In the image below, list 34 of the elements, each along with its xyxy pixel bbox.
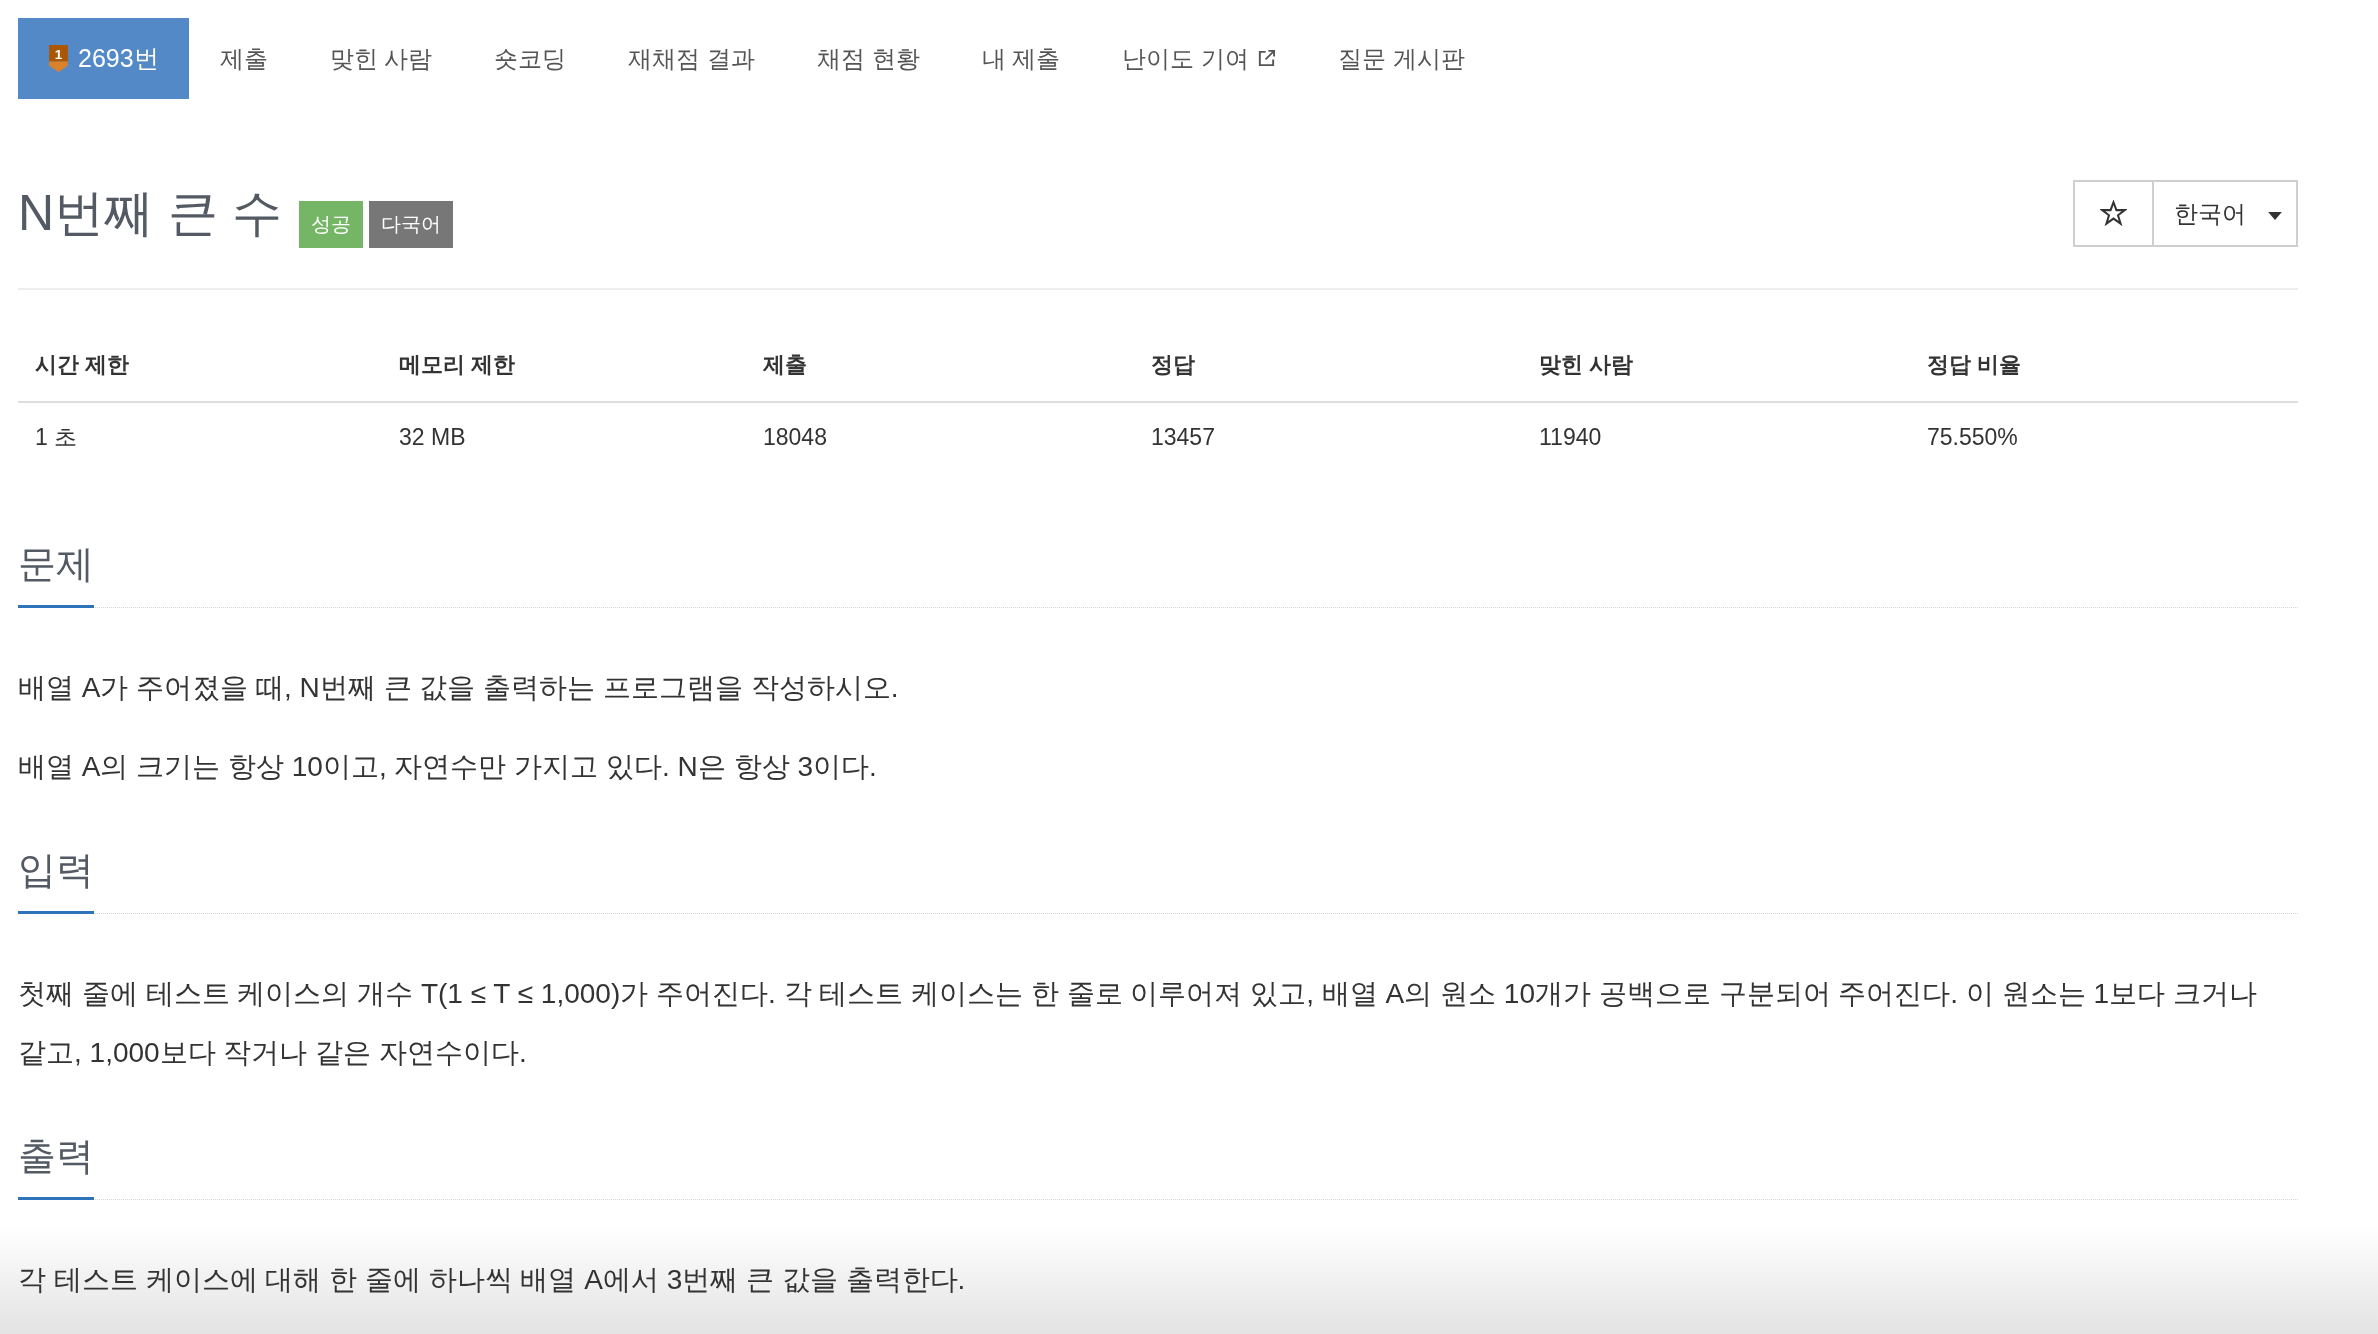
nav-tab[interactable]: 질문 게시판 (1307, 18, 1496, 99)
nav-tab[interactable]: 내 제출 (950, 18, 1092, 99)
nav-tab[interactable]: 맞힌 사람 (298, 18, 464, 99)
paragraph: 배열 A의 크기는 항상 10이고, 자연수만 가지고 있다. N은 항상 3이다. (18, 750, 878, 784)
nav-tab[interactable]: 재채점 결과 (597, 18, 786, 99)
table-cell: 13457 (1134, 402, 1522, 471)
paragraph: 배열 A가 주어졌을 때, N번째 큰 값을 출력하는 프로그램을 작성하시오. (18, 671, 900, 705)
column-header: 메모리 제한 (382, 329, 746, 402)
paragraph: 각 테스트 케이스에 대해 한 줄에 하나씩 배열 A에서 3번째 큰 값을 출력한다. (18, 1263, 967, 1297)
column-header: 제출 (746, 329, 1134, 402)
problem-tag: 성공 (298, 201, 363, 248)
problem-title: N번째 큰 수 (18, 186, 282, 241)
nav-tab[interactable]: 채점 현황 (785, 18, 951, 99)
language-dropdown[interactable]: 한국어 (2152, 180, 2298, 247)
column-header: 시간 제한 (18, 329, 382, 402)
table-cell: 75.550% (1910, 402, 2298, 471)
table-cell: 11940 (1522, 402, 1910, 471)
nav-tab[interactable]: 난이도 기여 (1091, 18, 1307, 99)
caret-icon (2268, 211, 2282, 220)
paragraph: 첫째 줄에 테스트 케이스의 개수 T(1 ≤ T ≤ 1,000)가 주어진다. 각 테스트 케이스는 한 줄로 이루어져 있고, 배열 A의 원소 10개가 공백으로 구분되어 주어진다. 이 원소는 1보다 크거나 같고, 1,000보다 작거나 같은 자연수이다. (18, 977, 2258, 1070)
nav-tab[interactable]: 제출 (188, 18, 299, 99)
section-heading: 입력 (18, 848, 94, 914)
section-heading: 문제 (18, 542, 94, 608)
nav-tab[interactable]: 숏코딩 (463, 18, 598, 99)
problem-tag: 다국어 (368, 201, 453, 248)
table-cell: 1 초 (18, 402, 382, 471)
column-header: 맞힌 사람 (1522, 329, 1910, 402)
column-header: 정답 (1134, 329, 1522, 402)
nav-tab[interactable]: 1 2693번 (18, 18, 189, 99)
favorite-button[interactable] (2073, 180, 2152, 247)
column-header: 정답 비율 (1910, 329, 2298, 402)
table-cell: 32 MB (382, 402, 746, 471)
section-heading: 출력 (18, 1134, 94, 1200)
table-cell: 18048 (746, 402, 1134, 471)
